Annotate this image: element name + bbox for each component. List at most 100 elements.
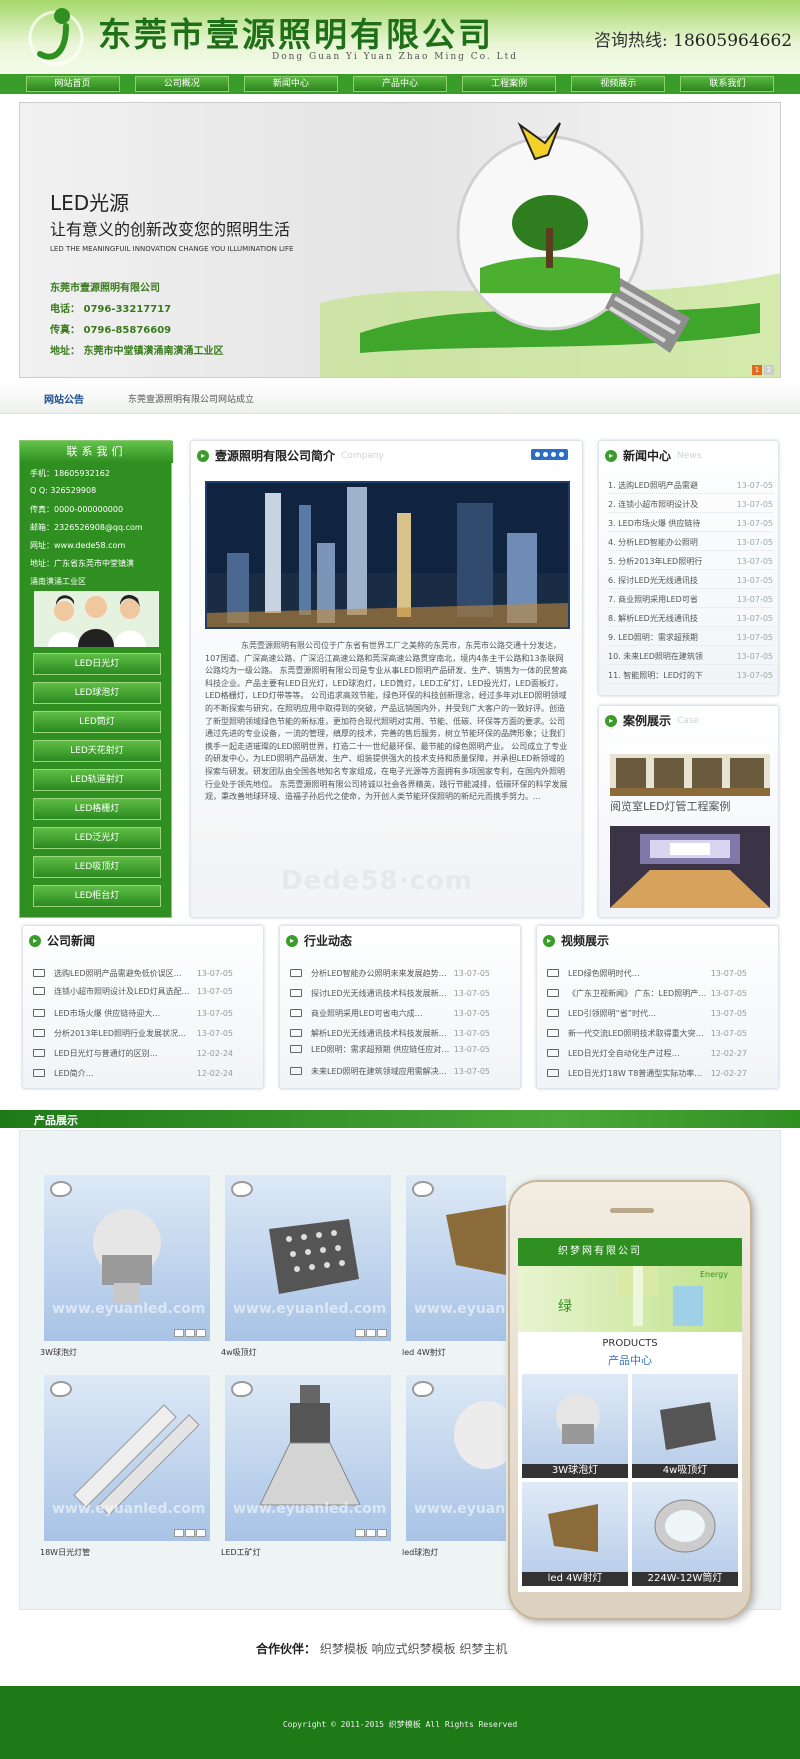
mobile-product-caption[interactable]: 3W球泡灯 xyxy=(522,1464,628,1478)
list-item[interactable]: LED市场火爆 供应链待迎大… 13-07-05 xyxy=(33,1006,233,1020)
product-caption[interactable]: LED工矿灯 xyxy=(221,1547,261,1558)
item-title[interactable]: 分析2013年LED照明行业发展状况… xyxy=(54,1028,197,1039)
news-item-title[interactable]: 4. 分析LED智能办公照明 xyxy=(608,534,726,550)
list-item[interactable]: 《广东卫视新闻》 广东：LED照明产… 13-07-05 xyxy=(547,986,747,1000)
product-caption[interactable]: led 4W射灯 xyxy=(402,1347,446,1358)
product-link-ceiling-spot[interactable]: LED天花射灯 xyxy=(33,740,161,762)
item-title[interactable]: LED绿色照明时代… xyxy=(568,968,711,979)
product-card[interactable]: www.eyuanled.com xyxy=(44,1375,210,1541)
mobile-product-caption[interactable]: 224W-12W筒灯 xyxy=(632,1572,738,1586)
nav-about[interactable]: 公司概况 xyxy=(134,76,229,92)
news-item-title[interactable]: 1. 选购LED照明产品需避 xyxy=(608,477,726,493)
item-title[interactable]: LED日光灯与普通灯的区别… xyxy=(54,1048,197,1059)
product-link-cabinet[interactable]: LED柜台灯 xyxy=(33,885,161,907)
item-title[interactable]: 解析LED光无线通讯技术科技发展新… xyxy=(311,1028,454,1039)
mobile-product-card[interactable]: led 4W射灯 xyxy=(522,1482,628,1586)
list-item[interactable]: 未来LED照明在建筑领域应用需解决… 13-07-05 xyxy=(290,1064,490,1078)
item-title[interactable]: 未来LED照明在建筑领域应用需解决… xyxy=(311,1066,454,1077)
product-link-grille[interactable]: LED格栅灯 xyxy=(33,798,161,820)
product-card[interactable]: www.eyuanled.com xyxy=(406,1175,506,1341)
news-item-title[interactable]: 6. 探讨LED光无线通讯技 xyxy=(608,572,726,588)
news-item-title[interactable]: 2. 连锁小超市照明设计及 xyxy=(608,496,726,512)
news-item-title[interactable]: 3. LED市场火爆 供应链待 xyxy=(608,515,726,531)
nav-home[interactable]: 网站首页 xyxy=(25,76,120,92)
list-item[interactable]: 分析2013年LED照明行业发展状况… 13-07-05 xyxy=(33,1026,233,1040)
product-caption[interactable]: 18W日光灯管 xyxy=(40,1547,90,1558)
list-item[interactable]: LED绿色照明时代… 13-07-05 xyxy=(547,966,747,980)
ceiling-case-photo[interactable] xyxy=(610,826,770,908)
nav-cases[interactable]: 工程案例 xyxy=(462,76,557,92)
list-item[interactable]: LED日光灯与普通灯的区别… 12-02-24 xyxy=(33,1046,233,1060)
product-link-bulb[interactable]: LED球泡灯 xyxy=(33,682,161,704)
list-item[interactable]: 11. 智能照明：LED灯的下 13-07-05 xyxy=(608,667,773,684)
list-item[interactable]: LED照明：需求超预期 供应链任应对… 13-07-05 xyxy=(290,1042,490,1056)
news-item-title[interactable]: 5. 分析2013年LED照明行 xyxy=(608,553,726,569)
news-item-title[interactable]: 9. LED照明：需求超预期 xyxy=(608,629,726,645)
item-title[interactable]: LED市场火爆 供应链待迎大… xyxy=(54,1008,197,1019)
list-item[interactable]: 2. 连锁小超市照明设计及 13-07-05 xyxy=(608,496,773,513)
product-link-downlight[interactable]: LED筒灯 xyxy=(33,711,161,733)
list-item[interactable]: 7. 商业照明采用LED可省 13-07-05 xyxy=(608,591,773,608)
list-item[interactable]: 连锁小超市照明设计及LED灯具选配… 13-07-05 xyxy=(33,984,233,998)
product-card[interactable]: www.eyuanled.com xyxy=(225,1375,391,1541)
list-item[interactable]: 解析LED光无线通讯技术科技发展新… 13-07-05 xyxy=(290,1026,490,1040)
list-item[interactable]: 1. 选购LED照明产品需避 13-07-05 xyxy=(608,477,773,494)
list-item[interactable]: 5. 分析2013年LED照明行 13-07-05 xyxy=(608,553,773,570)
list-item[interactable]: LED简介… 12-02-24 xyxy=(33,1066,233,1080)
list-item[interactable]: 3. LED市场火爆 供应链待 13-07-05 xyxy=(608,515,773,532)
product-link-ceiling[interactable]: LED吸顶灯 xyxy=(33,856,161,878)
list-item[interactable]: 9. LED照明：需求超预期 13-07-05 xyxy=(608,629,773,646)
item-title[interactable]: 分析LED智能办公照明未来发展趋势… xyxy=(311,968,454,979)
item-title[interactable]: 连锁小超市照明设计及LED灯具选配… xyxy=(54,986,197,997)
pager-dot-1[interactable]: 1 xyxy=(752,365,762,375)
item-title[interactable]: LED照明：需求超预期 供应链任应对… xyxy=(311,1044,454,1055)
news-item-title[interactable]: 7. 商业照明采用LED可省 xyxy=(608,591,726,607)
list-item[interactable]: LED引领照明“省”时代… 13-07-05 xyxy=(547,1006,747,1020)
mobile-product-caption[interactable]: 4w吸顶灯 xyxy=(632,1464,738,1478)
product-caption[interactable]: 4w吸顶灯 xyxy=(221,1347,257,1358)
product-link-track[interactable]: LED轨道射灯 xyxy=(33,769,161,791)
product-caption[interactable]: led球泡灯 xyxy=(402,1547,438,1558)
mobile-product-caption[interactable]: led 4W射灯 xyxy=(522,1572,628,1586)
list-item[interactable]: 选购LED照明产品需避免低价误区… 13-07-05 xyxy=(33,966,233,980)
item-title[interactable]: LED日光灯全自动化生产过程… xyxy=(568,1048,711,1059)
list-item[interactable]: 新一代交流LED照明技术取得重大突… 13-07-05 xyxy=(547,1026,747,1040)
list-item[interactable]: 8. 解析LED光无线通讯技 13-07-05 xyxy=(608,610,773,627)
news-item-title[interactable]: 10. 未来LED照明在建筑领 xyxy=(608,648,726,664)
library-case-photo[interactable] xyxy=(610,746,770,796)
list-item[interactable]: 商业照明采用LED可省电六成… 13-07-05 xyxy=(290,1006,490,1020)
list-item[interactable]: 4. 分析LED智能办公照明 13-07-05 xyxy=(608,534,773,551)
item-title[interactable]: LED简介… xyxy=(54,1068,197,1079)
item-title[interactable]: 新一代交流LED照明技术取得重大突… xyxy=(568,1028,711,1039)
product-link-flood[interactable]: LED泛光灯 xyxy=(33,827,161,849)
item-title[interactable]: 探讨LED光无线通讯技术科技发展新… xyxy=(311,988,454,999)
mobile-banner[interactable]: 绿 Energy xyxy=(518,1266,742,1332)
mobile-product-card[interactable]: 4w吸顶灯 xyxy=(632,1374,738,1478)
product-card[interactable]: www.eyuanled.com xyxy=(406,1375,506,1541)
case-caption[interactable]: 阅览室LED灯管工程案例 xyxy=(610,798,731,814)
partner-links[interactable]: 织梦模板 响应式织梦模板 织梦主机 xyxy=(320,1642,508,1656)
product-card[interactable]: www.eyuanled.com xyxy=(44,1175,210,1341)
list-item[interactable]: 分析LED智能办公照明未来发展趋势… 13-07-05 xyxy=(290,966,490,980)
list-item[interactable]: 10. 未来LED照明在建筑领 13-07-05 xyxy=(608,648,773,665)
news-item-title[interactable]: 11. 智能照明：LED灯的下 xyxy=(608,667,726,683)
item-title[interactable]: LED日光灯18W T8普通型实际功率… xyxy=(568,1068,711,1079)
list-item[interactable]: 探讨LED光无线通讯技术科技发展新… 13-07-05 xyxy=(290,986,490,1000)
nav-products[interactable]: 产品中心 xyxy=(352,76,447,92)
pager-dot-2[interactable]: 2 xyxy=(764,365,774,375)
item-title[interactable]: 《广东卫视新闻》 广东：LED照明产… xyxy=(568,988,711,999)
nav-news[interactable]: 新闻中心 xyxy=(243,76,338,92)
mobile-product-card[interactable]: 3W球泡灯 xyxy=(522,1374,628,1478)
nav-video[interactable]: 视频展示 xyxy=(571,76,666,92)
product-caption[interactable]: 3W球泡灯 xyxy=(40,1347,77,1358)
item-title[interactable]: 商业照明采用LED可省电六成… xyxy=(311,1008,454,1019)
nav-contact[interactable]: 联系我们 xyxy=(680,76,775,92)
list-item[interactable]: LED日光灯18W T8普通型实际功率… 12-02-27 xyxy=(547,1066,747,1080)
hero-banner[interactable]: LED光源 让有意义的创新改变您的照明生活 LED THE MEANINGFUI… xyxy=(19,102,781,378)
item-title[interactable]: LED引领照明“省”时代… xyxy=(568,1008,711,1019)
product-link-t8[interactable]: LED日光灯 xyxy=(33,653,161,675)
item-title[interactable]: 选购LED照明产品需避免低价误区… xyxy=(54,968,197,979)
mobile-product-card[interactable]: 224W-12W筒灯 xyxy=(632,1482,738,1586)
product-card[interactable]: www.eyuanled.com xyxy=(225,1175,391,1341)
list-item[interactable]: 6. 探讨LED光无线通讯技 13-07-05 xyxy=(608,572,773,589)
